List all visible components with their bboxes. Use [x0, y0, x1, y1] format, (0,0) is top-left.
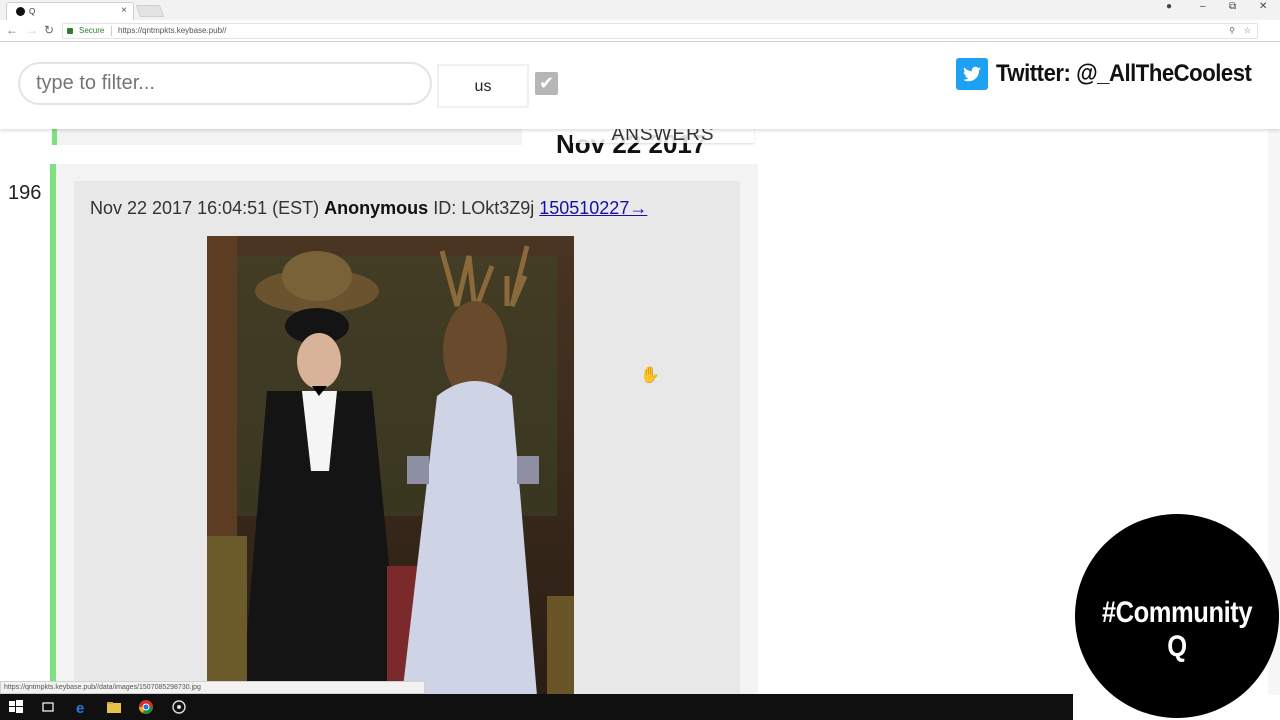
restore-icon[interactable]: ⧉	[1229, 1, 1236, 12]
address-bar[interactable]: Secure https://qntmpkts.keybase.pub// ⚲ …	[62, 23, 1258, 39]
tab-title: Q	[29, 7, 36, 16]
file-explorer-icon[interactable]	[106, 699, 122, 715]
url-text: https://qntmpkts.keybase.pub//	[118, 26, 227, 35]
back-icon[interactable]: ←	[6, 23, 18, 37]
profile-icon[interactable]: ●	[1166, 1, 1172, 12]
minimize-icon[interactable]: –	[1200, 1, 1206, 12]
windows-start-icon[interactable]	[8, 699, 24, 715]
secure-label: Secure	[79, 26, 105, 35]
post-author: Anonymous	[324, 198, 429, 218]
us-toggle-button[interactable]: us	[437, 64, 529, 108]
forward-icon[interactable]: →	[26, 23, 38, 37]
post-timestamp: Nov 22 2017 16:04:51 (EST)	[90, 198, 320, 218]
post-image[interactable]	[207, 236, 574, 695]
reload-icon[interactable]: ↻	[44, 23, 54, 37]
twitter-bird-icon	[956, 58, 988, 90]
zoom-icon[interactable]: ⚲	[1229, 24, 1235, 38]
lock-icon	[67, 28, 73, 34]
tab-favicon-icon	[16, 7, 25, 16]
answers-button[interactable]: ANSWERS	[572, 129, 754, 143]
filter-header: us ✔ Twitter: @_AllTheCoolest	[0, 43, 1280, 129]
previous-post-card	[52, 129, 522, 145]
community-q-label: #Community Q	[1101, 596, 1253, 663]
bookmark-star-icon[interactable]: ☆	[1244, 24, 1251, 38]
browser-toolbar: ← → ↻ Secure https://qntmpkts.keybase.pu…	[0, 20, 1280, 42]
post-id: ID: LOkt3Z9j	[433, 198, 535, 218]
twitter-handle: Twitter: @_AllTheCoolest	[996, 60, 1252, 87]
edge-browser-icon[interactable]: e	[74, 699, 90, 715]
post-reference-link[interactable]: 150510227→	[539, 198, 647, 218]
close-tab-icon[interactable]: ×	[121, 5, 127, 16]
chrome-icon[interactable]	[138, 699, 154, 715]
svg-text:e: e	[76, 700, 84, 715]
hand-cursor-icon: ✋	[640, 367, 660, 384]
checkmark-icon: ✔	[538, 73, 555, 93]
post-number: 196	[8, 182, 42, 204]
browser-tab[interactable]: Q ×	[6, 2, 134, 20]
address-separator	[111, 26, 112, 36]
browser-tab-strip: Q × ● – ⧉ ✕	[0, 0, 1280, 20]
app-circle-icon[interactable]	[171, 699, 187, 715]
close-window-icon[interactable]: ✕	[1259, 1, 1267, 12]
link-status-bar: https://qntmpkts.keybase.pub//data/image…	[0, 681, 425, 694]
post-header: Nov 22 2017 16:04:51 (EST) Anonymous ID:…	[90, 198, 647, 219]
windows-taskbar: e	[0, 694, 1073, 720]
filter-input[interactable]	[18, 62, 432, 105]
filter-checkbox[interactable]: ✔	[535, 72, 558, 95]
new-tab-button[interactable]	[135, 5, 165, 17]
task-view-icon[interactable]	[40, 699, 56, 715]
community-q-badge: #Community Q	[1075, 514, 1279, 718]
